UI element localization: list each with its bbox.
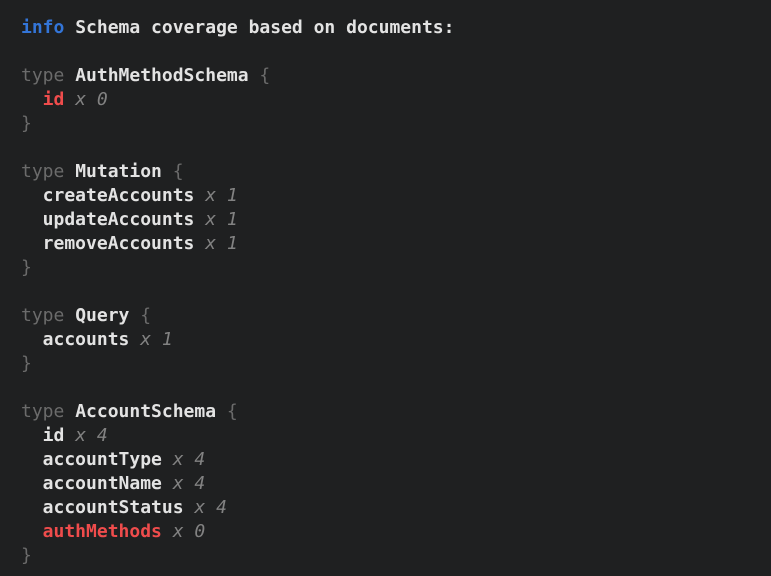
type-name: AccountSchema (75, 400, 216, 424)
field-name: accountName (43, 472, 162, 496)
type-name: Query (75, 304, 129, 328)
close-brace: } (21, 352, 32, 376)
type-keyword: type (21, 64, 64, 88)
field-count: x 1 (205, 208, 238, 232)
type-keyword: type (21, 400, 64, 424)
type-footer: } (21, 544, 771, 568)
type-keyword: type (21, 304, 64, 328)
type-name: Mutation (75, 160, 162, 184)
field-line: accountStatus x 4 (21, 496, 771, 520)
field-count: x 1 (140, 328, 173, 352)
open-brace: { (259, 64, 270, 88)
field-line: updateAccounts x 1 (21, 208, 771, 232)
field-count: x 0 (173, 520, 206, 544)
field-name: removeAccounts (43, 232, 195, 256)
open-brace: { (227, 400, 238, 424)
field-line: id x 4 (21, 424, 771, 448)
field-line: authMethods x 0 (21, 520, 771, 544)
type-keyword: type (21, 160, 64, 184)
terminal-output: info Schema coverage based on documents:… (21, 16, 771, 576)
field-name: createAccounts (43, 184, 195, 208)
field-count: x 4 (173, 448, 206, 472)
type-header-AccountSchema: type AccountSchema { (21, 400, 771, 424)
field-line: accountType x 4 (21, 448, 771, 472)
type-footer: } (21, 112, 771, 136)
type-header-Query: type Query { (21, 304, 771, 328)
type-footer: } (21, 352, 771, 376)
blank-line (21, 40, 771, 64)
blank-line (21, 280, 771, 304)
field-count: x 4 (194, 496, 227, 520)
field-name: authMethods (43, 520, 162, 544)
field-line: createAccounts x 1 (21, 184, 771, 208)
field-count: x 1 (205, 232, 238, 256)
field-count: x 4 (173, 472, 206, 496)
field-line: accountName x 4 (21, 472, 771, 496)
field-count: x 0 (75, 88, 108, 112)
info-message: Schema coverage based on documents: (75, 16, 454, 40)
field-count: x 4 (75, 424, 108, 448)
field-line: id x 0 (21, 88, 771, 112)
field-name: id (43, 88, 65, 112)
field-line: accounts x 1 (21, 328, 771, 352)
open-brace: { (173, 160, 184, 184)
field-name: accountType (43, 448, 162, 472)
field-name: accountStatus (43, 496, 184, 520)
field-line: removeAccounts x 1 (21, 232, 771, 256)
info-line: info Schema coverage based on documents: (21, 16, 771, 40)
blank-line (21, 136, 771, 160)
close-brace: } (21, 544, 32, 568)
type-footer: } (21, 256, 771, 280)
info-label: info (21, 16, 64, 40)
field-name: id (43, 424, 65, 448)
open-brace: { (140, 304, 151, 328)
close-brace: } (21, 112, 32, 136)
field-count: x 1 (205, 184, 238, 208)
field-name: accounts (43, 328, 130, 352)
type-name: AuthMethodSchema (75, 64, 248, 88)
blank-line (21, 376, 771, 400)
type-header-AuthMethodSchema: type AuthMethodSchema { (21, 64, 771, 88)
type-header-Mutation: type Mutation { (21, 160, 771, 184)
close-brace: } (21, 256, 32, 280)
field-name: updateAccounts (43, 208, 195, 232)
